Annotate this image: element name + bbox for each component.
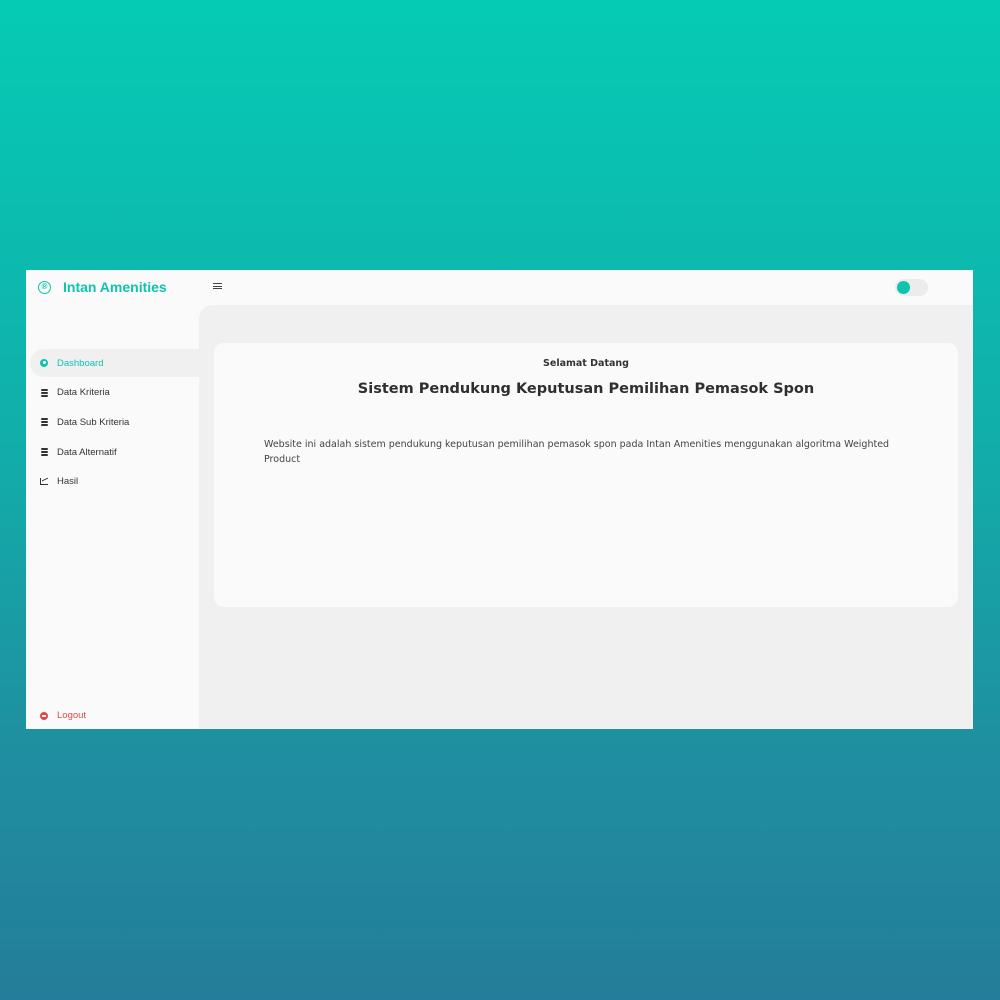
sidebar-item-data-kriteria[interactable]: Data Kriteria [26, 379, 199, 407]
greeting-text: Selamat Datang [543, 358, 629, 369]
logout-button[interactable]: Logout [40, 710, 86, 721]
sidebar-item-label: Data Kriteria [57, 387, 110, 399]
sidebar-item-data-sub-kriteria[interactable]: Data Sub Kriteria [26, 408, 199, 436]
sidebar-item-label: Hasil [57, 476, 79, 488]
theme-toggle-switch[interactable] [895, 279, 928, 296]
toggle-knob [897, 281, 910, 294]
top-bar: ® Intan Amenities [26, 270, 973, 305]
description-text: Website ini adalah sistem pendukung kepu… [264, 439, 890, 465]
brand[interactable]: ® Intan Amenities [38, 279, 167, 295]
hamburger-menu-icon[interactable] [213, 281, 222, 291]
user-circle-icon [40, 359, 48, 367]
chart-line-icon [40, 478, 48, 486]
logout-icon [40, 711, 48, 720]
database-icon [40, 418, 48, 427]
sidebar-item-dashboard[interactable]: Dashboard [30, 349, 199, 377]
sidebar-curve-decoration [199, 305, 219, 325]
page-title: Sistem Pendukung Keputusan Pemilihan Pem… [357, 381, 815, 397]
logout-label: Logout [57, 710, 87, 721]
welcome-card: Selamat Datang Sistem Pendukung Keputusa… [214, 343, 958, 607]
sidebar-nav: Dashboard Data Kriteria Data Sub Kriteri… [26, 349, 199, 497]
sidebar-item-data-alternatif[interactable]: Data Alternatif [26, 438, 199, 466]
sidebar-item-hasil[interactable]: Hasil [26, 468, 199, 496]
sidebar-item-label: Data Sub Kriteria [57, 416, 130, 428]
registered-mark-icon: ® [38, 280, 51, 294]
app-window: ® Intan Amenities Dashboard Data Kriteri… [26, 270, 973, 729]
database-icon [40, 388, 48, 397]
sidebar-item-label: Dashboard [57, 357, 104, 369]
brand-name: Intan Amenities [63, 279, 167, 295]
database-icon [40, 448, 48, 457]
sidebar-item-label: Data Alternatif [57, 446, 117, 458]
